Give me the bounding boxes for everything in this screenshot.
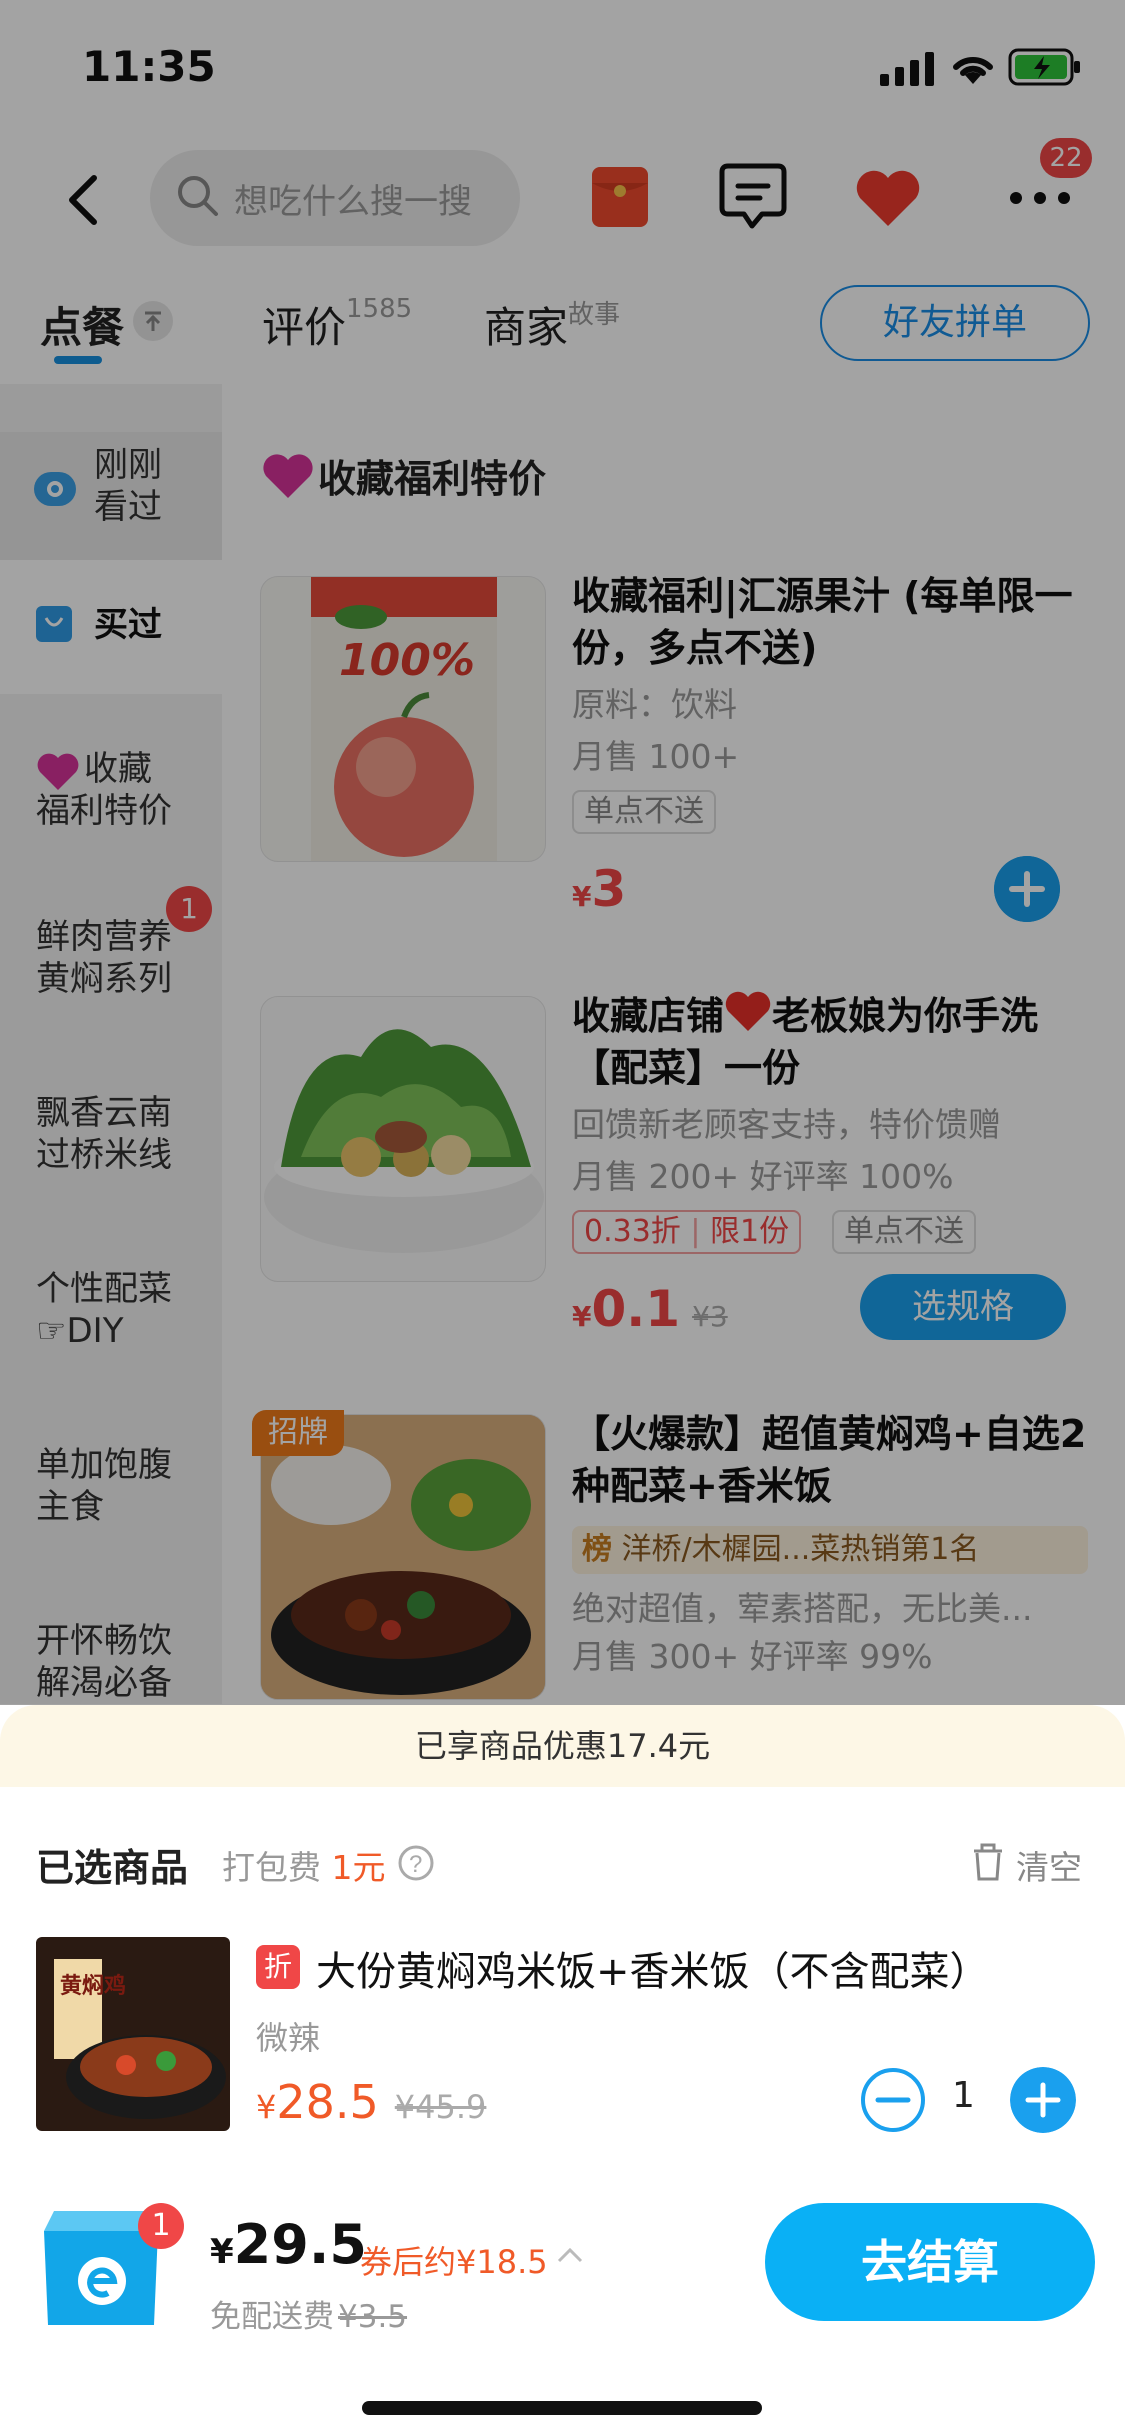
clear-button[interactable]: 清空 xyxy=(1016,1841,1082,1889)
cart-badge: 1 xyxy=(138,2203,184,2249)
overlay-dim[interactable] xyxy=(0,0,1125,1705)
svg-text:?: ? xyxy=(409,1851,422,1878)
svg-text:黄焖鸡: 黄焖鸡 xyxy=(60,1973,126,1999)
discount-banner: 已享商品优惠17.4元 xyxy=(0,1705,1125,1787)
checkout-bar: 1 ¥29.5 券后约¥18.5 免配送费 ¥3.5 去结算 xyxy=(0,2183,1125,2436)
home-indicator xyxy=(362,2401,762,2415)
help-icon[interactable]: ? xyxy=(398,1845,434,1881)
selected-items-title: 已选商品 xyxy=(36,1846,189,1890)
coupon-price[interactable]: 券后约¥18.5 xyxy=(360,2237,548,2283)
discount-icon: 折 xyxy=(256,1945,300,1989)
checkout-button[interactable]: 去结算 xyxy=(765,2203,1095,2321)
cart-item-price: ¥28.5 ¥45.9 xyxy=(256,2075,487,2129)
total-price: ¥29.5 xyxy=(210,2213,367,2276)
chevron-up-icon[interactable] xyxy=(555,2245,585,2265)
cart-item-image: 黄焖鸡 xyxy=(36,1937,230,2131)
cart-item-spec: 微辣 xyxy=(256,2019,321,2057)
decrease-quantity-button[interactable] xyxy=(860,2067,926,2133)
increase-quantity-button[interactable] xyxy=(1010,2067,1076,2133)
quantity-value: 1 xyxy=(952,2075,975,2116)
delivery-fee: 免配送费 ¥3.5 xyxy=(210,2299,408,2335)
pack-fee: 打包费 1元 xyxy=(222,1848,386,1887)
trash-icon[interactable] xyxy=(970,1843,1006,1883)
cart-item-title: 大份黄焖鸡米饭+香米饭（不含配菜） xyxy=(316,1949,990,1995)
